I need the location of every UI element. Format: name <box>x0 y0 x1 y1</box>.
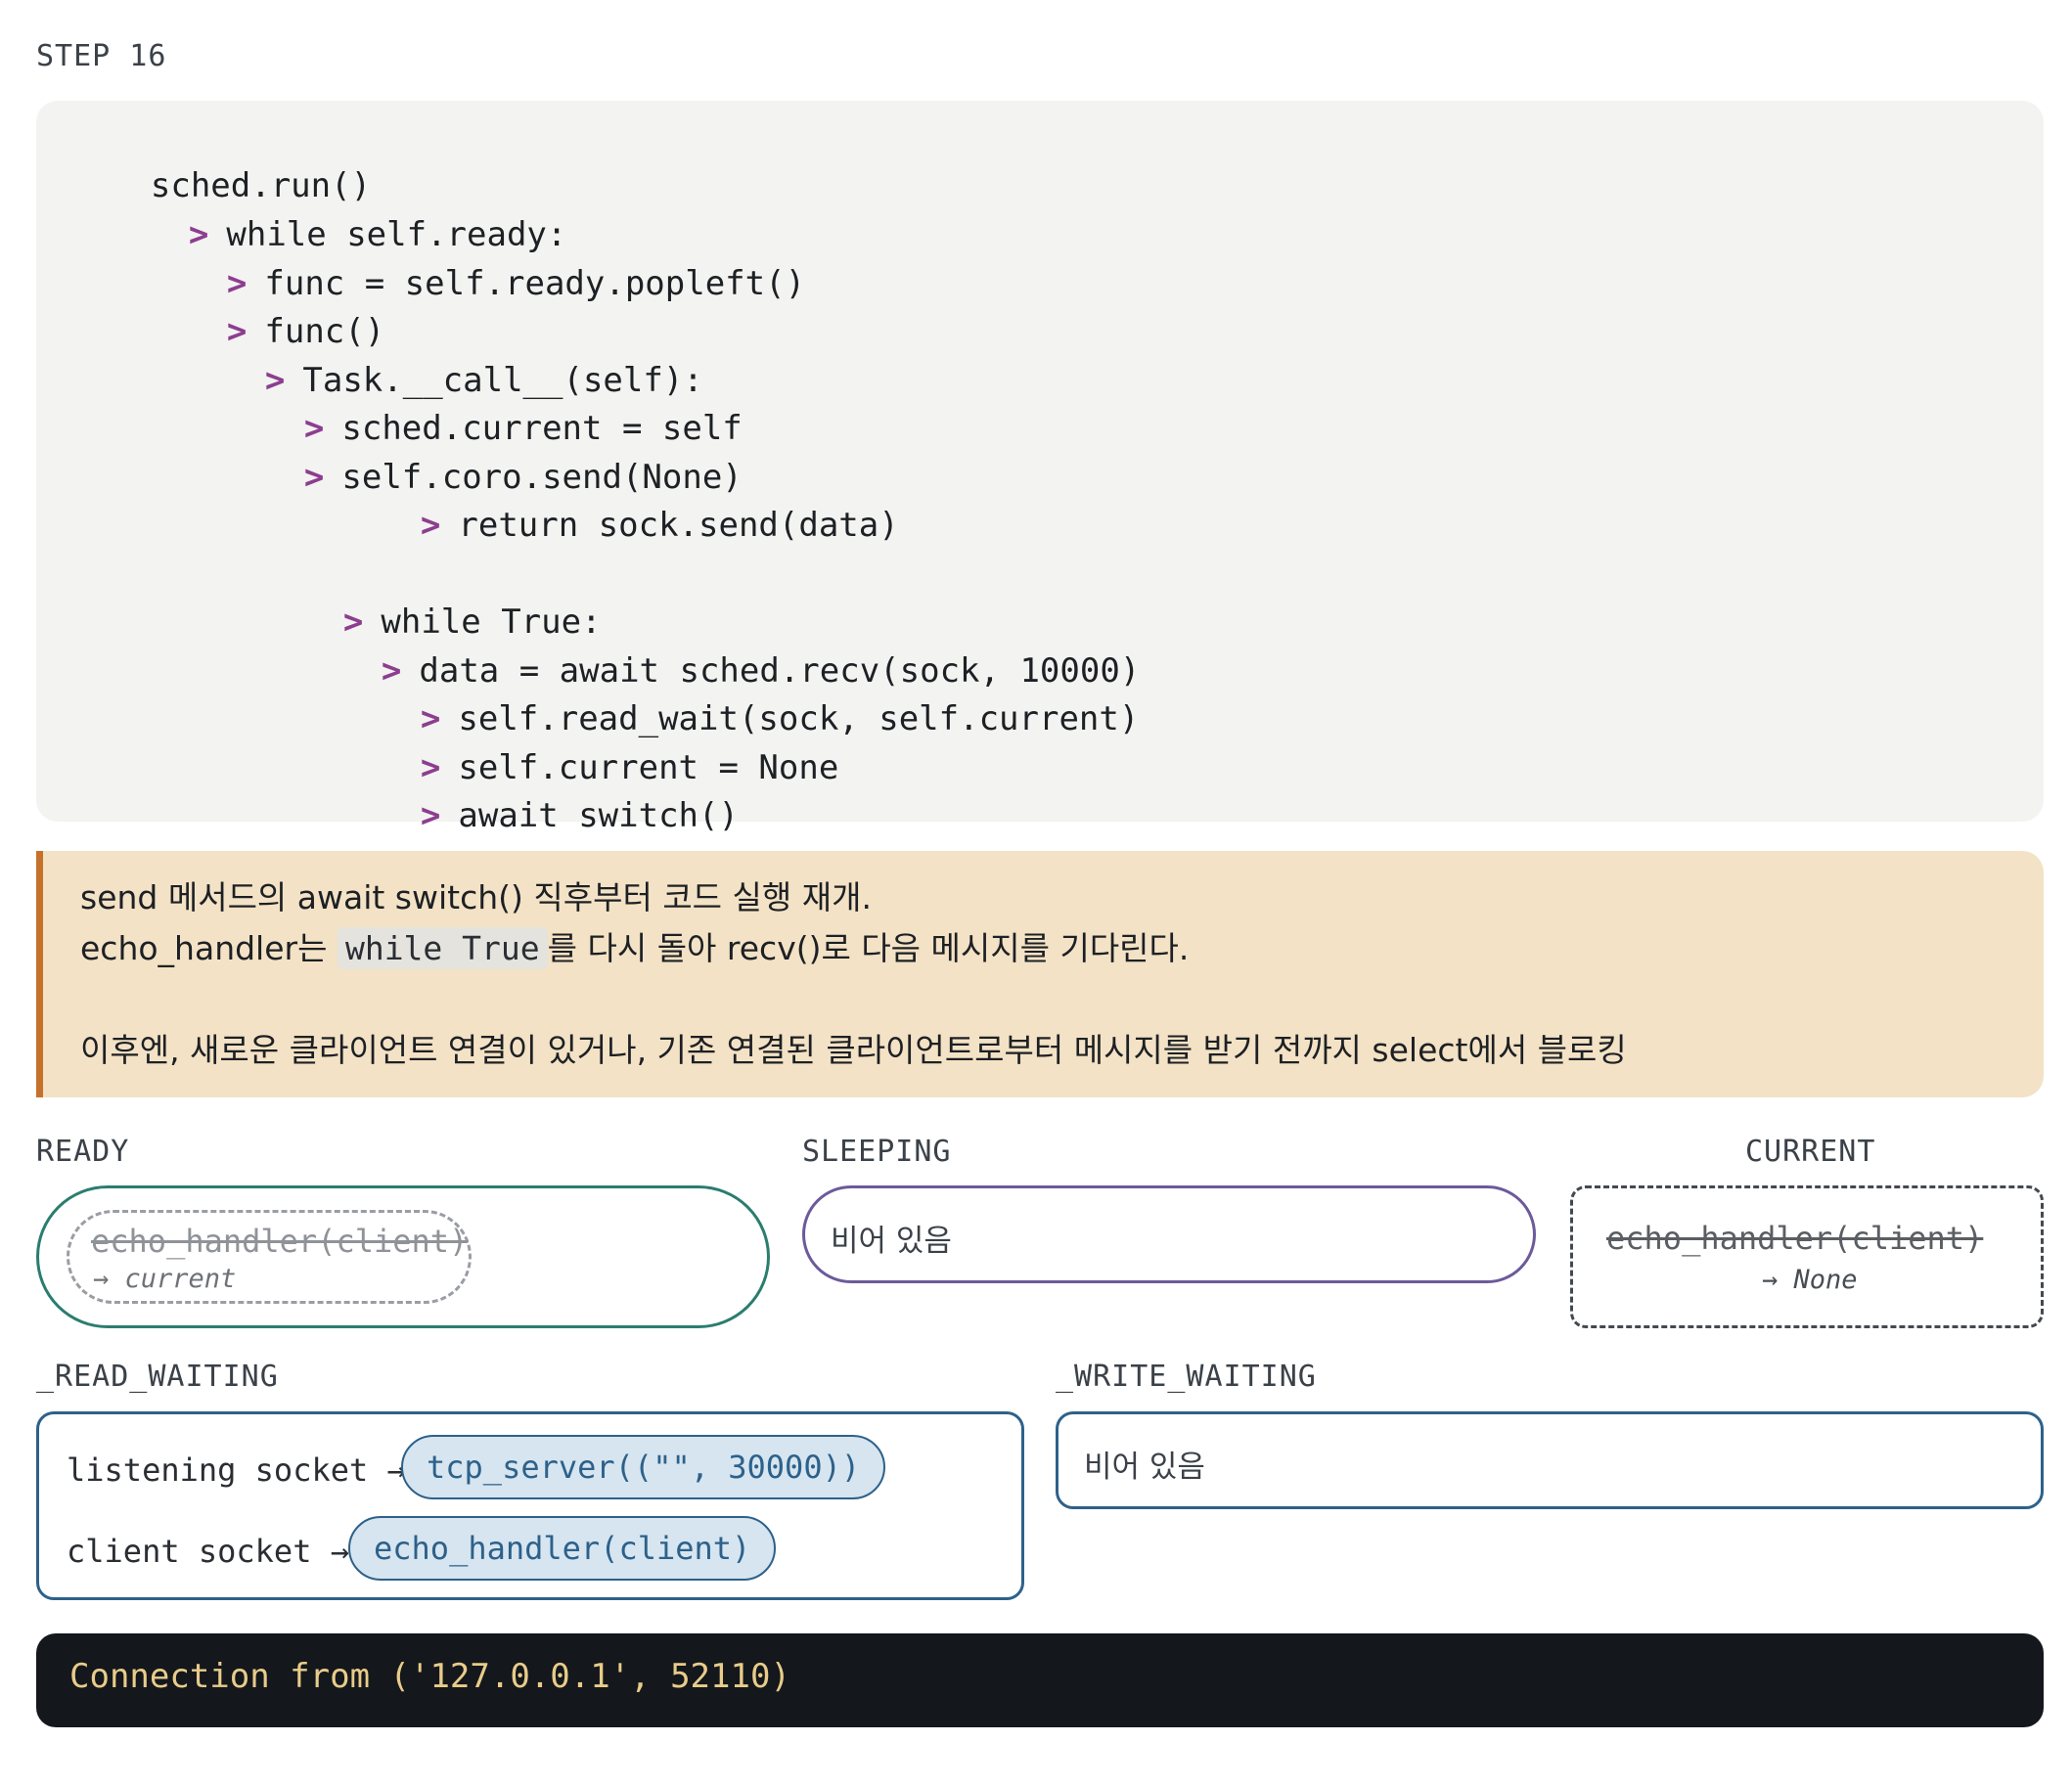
explanation-note: send 메서드의 await switch() 직후부터 코드 실행 재개. … <box>36 851 2044 1097</box>
task-moved-note: → current <box>93 1264 237 1294</box>
note-text: 를 다시 돌아 recv()로 다음 메시지를 기다린다. <box>547 929 1190 967</box>
ready-label: READY <box>36 1135 130 1169</box>
note-line-1: send 메서드의 await switch() 직후부터 코드 실행 재개. <box>80 878 872 916</box>
sleeping-queue: 비어 있음 <box>802 1185 1536 1283</box>
previous-task-name: echo_handler(client) <box>1606 1220 1984 1257</box>
code-text: await switch() <box>458 796 739 835</box>
step-arrow-icon: > <box>420 796 441 835</box>
step-arrow-icon: > <box>420 506 441 545</box>
note-text: echo_handler는 <box>80 929 338 967</box>
socket-label: listening socket → <box>67 1451 406 1489</box>
terminal-output: Connection from ('127.0.0.1', 52110) <box>36 1633 2044 1727</box>
write-waiting-map: 비어 있음 <box>1056 1411 2044 1509</box>
empty-text: 비어 있음 <box>1084 1450 1205 1485</box>
current-label: CURRENT <box>1745 1135 1876 1169</box>
ghost-task-pill: echo_handler(client) → current <box>67 1210 472 1304</box>
empty-text: 비어 있음 <box>831 1224 952 1259</box>
write-waiting-label: _WRITE_WAITING <box>1056 1360 1317 1394</box>
code-trace-panel: sched.run() > while self.ready: > func = s… <box>36 101 2044 835</box>
current-slot: echo_handler(client) → None <box>1570 1185 2044 1328</box>
task-pill: echo_handler(client) <box>348 1516 777 1581</box>
task-pill: tcp_server(("", 30000)) <box>401 1435 886 1499</box>
note-line-3: 이후엔, 새로운 클라이언트 연결이 있거나, 기존 연결된 클라이언트로부터 … <box>80 1031 1627 1069</box>
current-value-note: → None <box>1762 1265 1858 1295</box>
terminal-line: Connection from ('127.0.0.1', 52110) <box>69 1657 790 1696</box>
read-waiting-label: _READ_WAITING <box>36 1360 279 1394</box>
note-line-2: echo_handler는 while True 를 다시 돌아 recv()로 … <box>80 927 1189 970</box>
removed-task-name: echo_handler(client) <box>91 1223 469 1260</box>
step-arrow-icon: > <box>303 458 325 497</box>
socket-label: client socket → <box>67 1533 349 1570</box>
step-label: STEP 16 <box>36 39 167 73</box>
code-text: return sock.send(data) <box>458 506 899 545</box>
ready-queue: echo_handler(client) → current <box>36 1185 770 1328</box>
read-waiting-map: listening socket → tcp_server(("", 30000… <box>36 1411 1024 1600</box>
inline-code: while True <box>337 927 548 969</box>
sleeping-label: SLEEPING <box>802 1135 952 1169</box>
